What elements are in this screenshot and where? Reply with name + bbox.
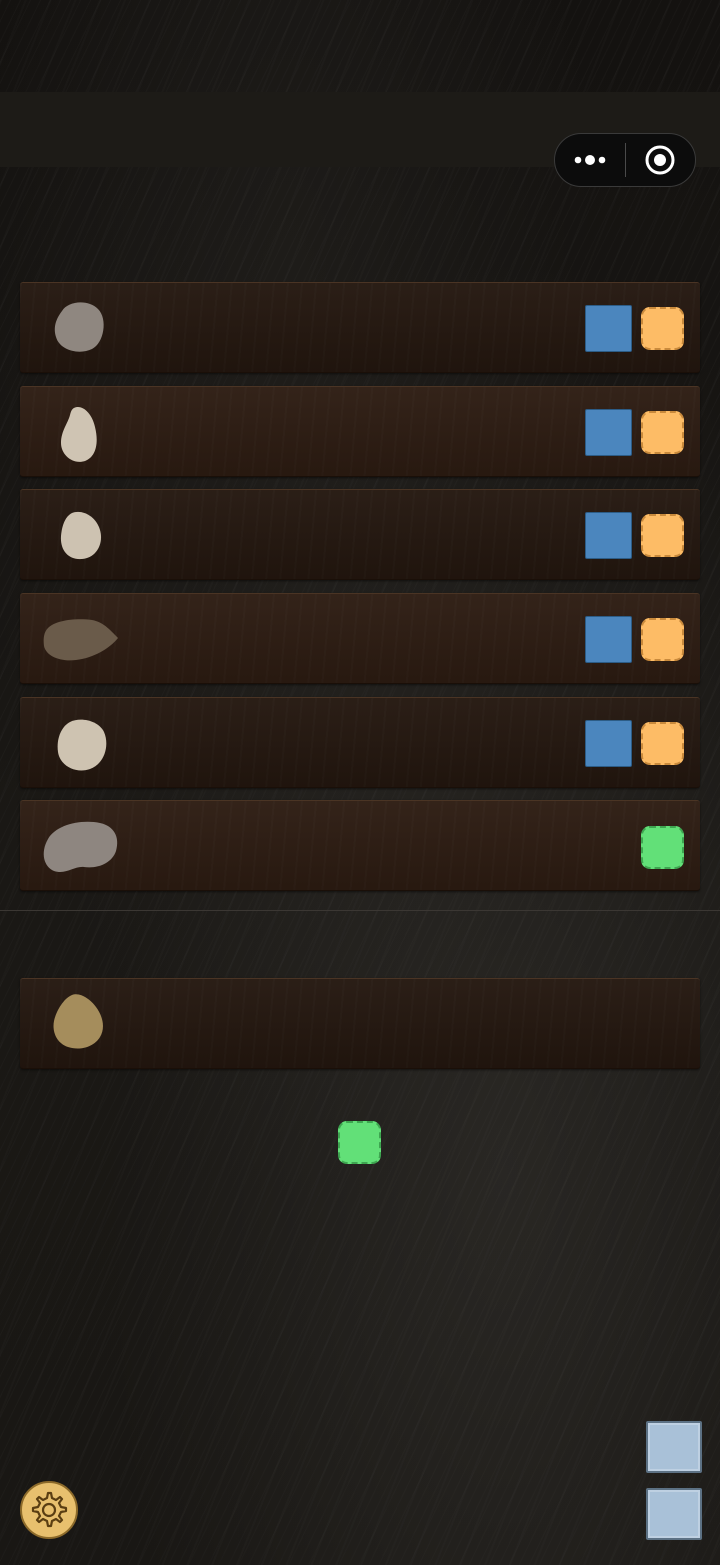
orange-tile[interactable]: [641, 618, 684, 661]
orange-tile[interactable]: [641, 722, 684, 765]
pale-round-stone[interactable]: [58, 510, 104, 562]
more-dots-icon: [574, 155, 606, 165]
pale-oval-stone[interactable]: [58, 405, 100, 465]
gold-stone[interactable]: [50, 993, 106, 1053]
orange-tile[interactable]: [641, 307, 684, 350]
section-divider: [0, 910, 720, 911]
orange-tile[interactable]: [641, 411, 684, 454]
stone-row-6[interactable]: [20, 800, 700, 891]
close-button[interactable]: [626, 134, 696, 186]
selected-stone-row[interactable]: [20, 978, 700, 1069]
orange-tile[interactable]: [641, 514, 684, 557]
blue-tile[interactable]: [585, 409, 632, 456]
capsule-menu: [554, 133, 696, 187]
more-button[interactable]: [555, 134, 625, 186]
stone-row-1[interactable]: [20, 282, 700, 373]
settings-button[interactable]: [20, 1481, 78, 1539]
green-tile[interactable]: [641, 826, 684, 869]
target-circle-icon: [645, 145, 675, 175]
stone-row-4[interactable]: [20, 593, 700, 684]
game-screen: { "header": { "menu_icon": "more-dots-ic…: [0, 0, 720, 1565]
blue-tile[interactable]: [585, 305, 632, 352]
gray-wide-stone[interactable]: [40, 819, 120, 875]
green-action-tile[interactable]: [338, 1121, 381, 1164]
pale-large-stone[interactable]: [56, 718, 108, 772]
stone-row-2[interactable]: [20, 386, 700, 477]
stone-row-5[interactable]: [20, 697, 700, 788]
side-button-2[interactable]: [646, 1488, 702, 1540]
gear-icon: [31, 1491, 68, 1528]
side-button-1[interactable]: [646, 1421, 702, 1473]
stone-row-3[interactable]: [20, 489, 700, 580]
gray-round-stone[interactable]: [52, 299, 108, 355]
blue-tile[interactable]: [585, 720, 632, 767]
blue-tile[interactable]: [585, 512, 632, 559]
blue-tile[interactable]: [585, 616, 632, 663]
brown-flat-stone[interactable]: [42, 616, 120, 662]
